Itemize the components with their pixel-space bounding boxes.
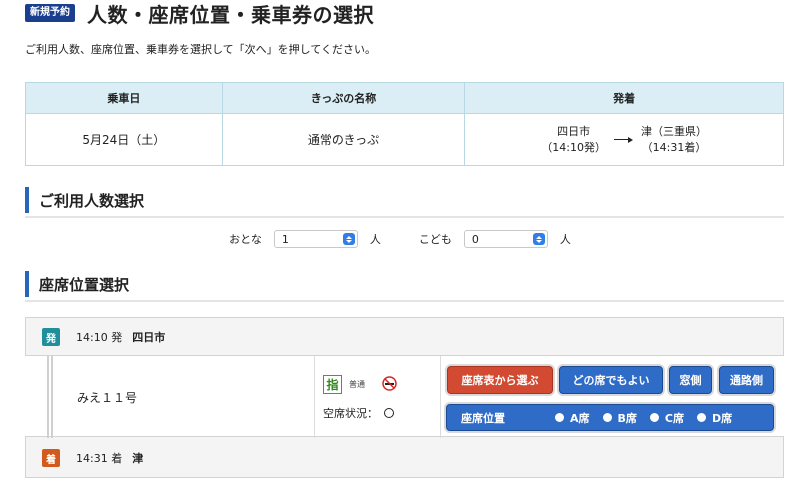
adult-unit: 人 <box>369 233 381 246</box>
choose-from-seat-map-button[interactable]: 座席表から選ぶ <box>447 366 553 394</box>
seat-option-label: C席 <box>664 411 684 425</box>
new-reservation-badge: 新規予約 <box>25 4 75 22</box>
header-date: 乗車日 <box>25 82 223 114</box>
seat-option-d[interactable]: D席 <box>696 410 733 426</box>
passenger-section-title: ご利用人数選択 <box>25 187 784 213</box>
arrival-time: 14:31 着 <box>76 452 123 465</box>
child-label: こども <box>418 233 452 246</box>
divider <box>314 356 315 438</box>
origin-station: 四日市 <box>557 124 591 138</box>
car-type-label: 普通 <box>349 380 365 389</box>
train-name: みえ１１号 <box>77 391 138 405</box>
child-count-select[interactable]: 0 <box>463 230 548 248</box>
seat-position-label: 座席位置 <box>461 411 505 425</box>
seat-type: 指 普通 <box>323 375 397 394</box>
adult-count-value: 1 <box>281 232 289 246</box>
vacancy-status: 空席状況： <box>323 405 394 421</box>
instruction-text: ご利用人数、座席位置、乗車券を選択して「次へ」を押してください。 <box>25 43 377 56</box>
radio-icon <box>649 413 659 422</box>
arrow-right-icon <box>614 136 633 143</box>
section-divider <box>25 216 784 218</box>
child-count-value: 0 <box>471 232 479 246</box>
page-header: 新規予約 人数・座席位置・乗車券の選択 <box>25 0 374 27</box>
seat-option-label: A席 <box>570 411 590 425</box>
radio-icon <box>696 413 706 422</box>
departure-time: 14:10 発 <box>76 331 123 344</box>
radio-icon <box>555 413 564 422</box>
ticket-name: 通常のきっぷ <box>221 113 466 166</box>
departure-station: 四日市 <box>132 331 166 344</box>
header-ticket-name: きっぷの名称 <box>221 82 466 114</box>
seat-option-label: D席 <box>711 411 733 425</box>
route-cell: 四日市 （14:10発） 津（三重県） （14:31着） <box>464 113 784 166</box>
page-title: 人数・座席位置・乗車券の選択 <box>87 2 374 27</box>
boarding-date: 5月24日（土） <box>25 113 223 166</box>
seat-option-c[interactable]: C席 <box>649 410 684 426</box>
adult-label: おとな <box>229 233 262 246</box>
any-seat-button[interactable]: どの席でもよい <box>559 366 663 394</box>
section-divider <box>25 300 784 302</box>
vacancy-label: 空席状況： <box>323 407 378 420</box>
aisle-seat-button[interactable]: 通路側 <box>719 366 774 394</box>
seat-option-label: B席 <box>617 411 637 425</box>
select-arrows-icon <box>532 233 545 245</box>
window-seat-button[interactable]: 窓側 <box>669 366 712 394</box>
adult-count-select[interactable]: 1 <box>273 230 358 248</box>
departure-row: 発 14:10 発 四日市 <box>26 318 783 356</box>
arrival-row: 着 14:31 着 津 <box>26 439 783 477</box>
departure-badge: 発 <box>42 328 60 346</box>
train-row: みえ１１号 指 普通 空席状況： 座席表から選ぶ どの席でもよい 窓側 通路側 … <box>25 355 784 438</box>
seat-section-title: 座席位置選択 <box>25 271 784 297</box>
passenger-count-row: おとな 1 人 こども 0 人 <box>0 230 800 248</box>
destination-station: 津（三重県） <box>641 124 707 138</box>
divider <box>440 356 441 438</box>
radio-icon <box>602 413 612 422</box>
no-smoking-icon <box>382 375 397 394</box>
track-line <box>47 356 53 438</box>
seat-option-a[interactable]: A席 <box>555 410 590 426</box>
arrival-station: 津 <box>132 452 144 465</box>
origin: 四日市 （14:10発） <box>541 124 606 156</box>
trip-info-table: 乗車日 きっぷの名称 発着 5月24日（土） 通常のきっぷ 四日市 （14:10… <box>25 82 784 166</box>
destination-time: （14:31着） <box>641 140 707 154</box>
origin-time: （14:10発） <box>541 140 606 154</box>
arrival-badge: 着 <box>42 449 60 467</box>
child-unit: 人 <box>559 233 571 246</box>
destination: 津（三重県） （14:31着） <box>641 124 707 156</box>
seat-position-selector: 座席位置 A席 B席 C席 D席 <box>446 404 774 431</box>
select-arrows-icon <box>342 233 355 245</box>
available-circle-icon <box>384 408 394 418</box>
seat-option-b[interactable]: B席 <box>602 410 637 426</box>
reserved-seat-icon: 指 <box>323 375 342 394</box>
header-route: 発着 <box>464 82 784 114</box>
